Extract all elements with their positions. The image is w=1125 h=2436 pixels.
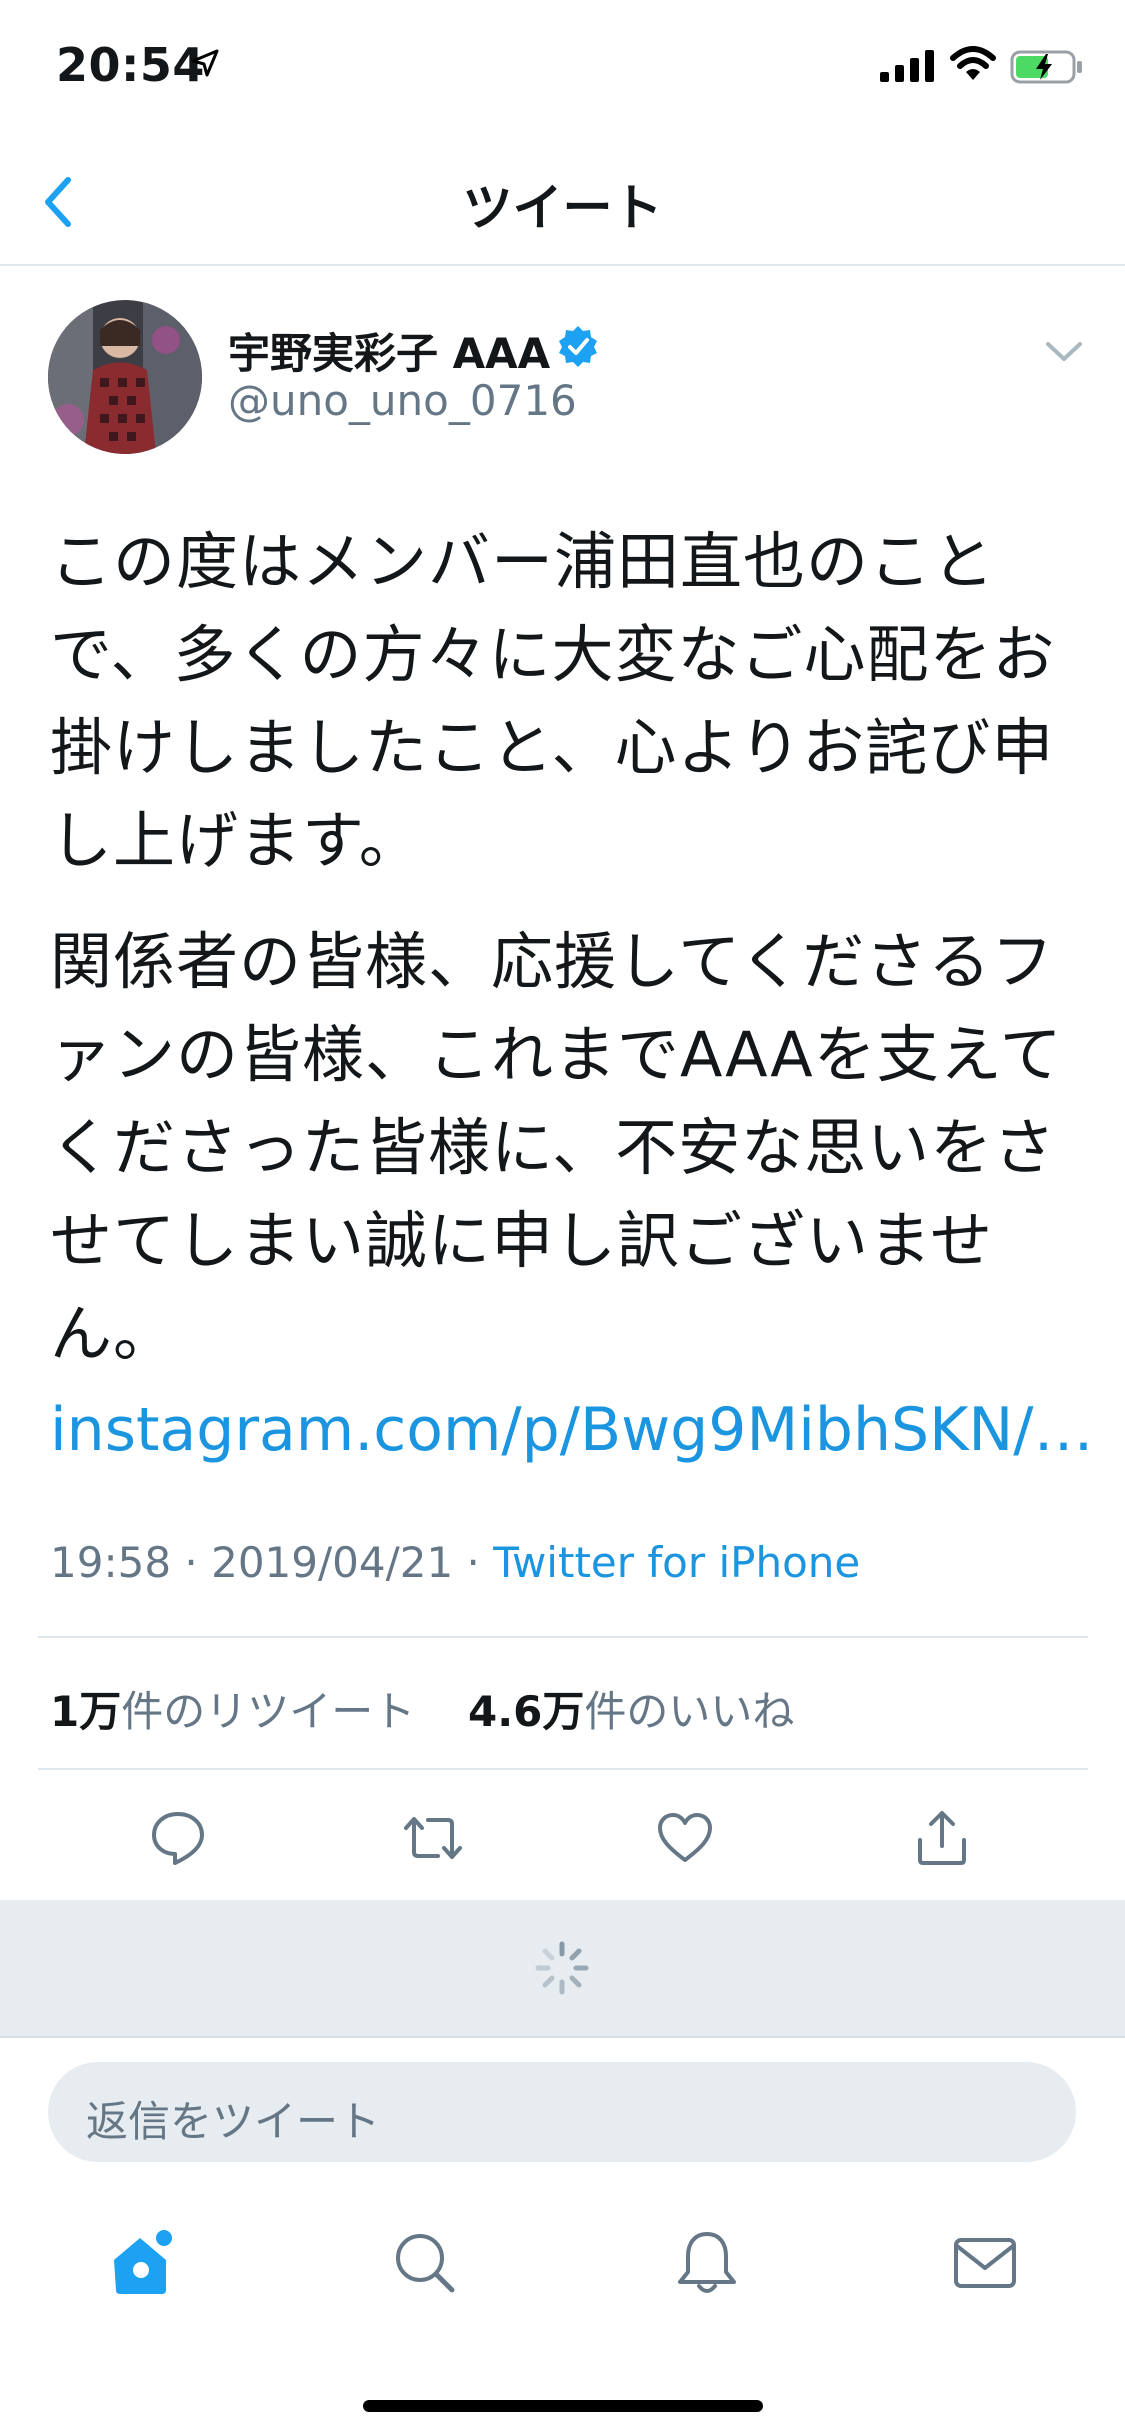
share-icon[interactable] (912, 1808, 972, 1868)
reply-input[interactable]: 返信をツイート (48, 2062, 1076, 2162)
retweets-stat[interactable]: 1万件のリツイート (50, 1687, 415, 1736)
retweets-count: 1万 (50, 1687, 122, 1736)
retweets-label: 件のリツイート (121, 1687, 416, 1736)
tweet-timestamp: 19:58 · 2019/04/21 · Twitter for iPhone (50, 1538, 860, 1587)
status-time: 20:54 (56, 38, 205, 92)
meta-separator: · (466, 1538, 494, 1587)
tweet-text-paragraph: この度はメンバー浦田直也のことで、多くの方々に大変なご心配をお掛けしましたこと、… (50, 525, 1056, 877)
chevron-down-icon[interactable] (1044, 340, 1084, 364)
bell-icon[interactable] (672, 2228, 742, 2298)
likes-stat[interactable]: 4.6万件のいいね (468, 1687, 794, 1736)
divider (38, 1768, 1088, 1770)
status-bar: 20:54 (0, 0, 1125, 132)
tweet-stats: 1万件のリツイート 4.6万件のいいね (50, 1678, 794, 1739)
tweet-date: 2019/04/21 (211, 1538, 454, 1587)
loading-spinner-icon (535, 1941, 589, 1995)
battery-charging-icon (1010, 50, 1082, 84)
likes-label: 件のいいね (584, 1687, 795, 1736)
wifi-icon (950, 46, 996, 80)
divider (38, 1636, 1088, 1638)
likes-count: 4.6万 (467, 1687, 585, 1736)
page-title: ツイート (462, 179, 663, 237)
author-name[interactable]: 宇野実彩子 AAA (228, 320, 550, 381)
reply-icon[interactable] (148, 1808, 208, 1868)
heart-icon[interactable] (655, 1808, 715, 1868)
reply-placeholder: 返信をツイート (86, 2097, 381, 2146)
verified-badge-icon (559, 326, 597, 367)
home-icon[interactable] (108, 2228, 178, 2298)
cellular-signal-icon (880, 50, 934, 82)
retweet-icon[interactable] (400, 1808, 466, 1868)
tweet-time: 19:58 (50, 1538, 172, 1587)
tweet-link[interactable]: instagram.com/p/Bwg9MibhSKN/… (50, 1395, 1094, 1465)
meta-separator: · (184, 1538, 212, 1587)
tweet-source-link[interactable]: Twitter for iPhone (493, 1538, 860, 1587)
avatar[interactable] (48, 300, 202, 454)
navigation-bar: ツイート (0, 132, 1125, 266)
search-icon[interactable] (390, 2228, 460, 2298)
author-handle[interactable]: @uno_uno_0716 (228, 376, 577, 425)
envelope-icon[interactable] (950, 2228, 1020, 2298)
tweet-text-paragraph: 関係者の皆様、応援してくださるファンの皆様、これまでAAAを支えてくださった皆様… (50, 925, 1063, 1370)
loading-area (0, 1900, 1125, 2038)
back-chevron-icon[interactable] (38, 172, 78, 232)
home-indicator[interactable] (363, 2400, 763, 2412)
location-arrow-icon (191, 49, 219, 77)
